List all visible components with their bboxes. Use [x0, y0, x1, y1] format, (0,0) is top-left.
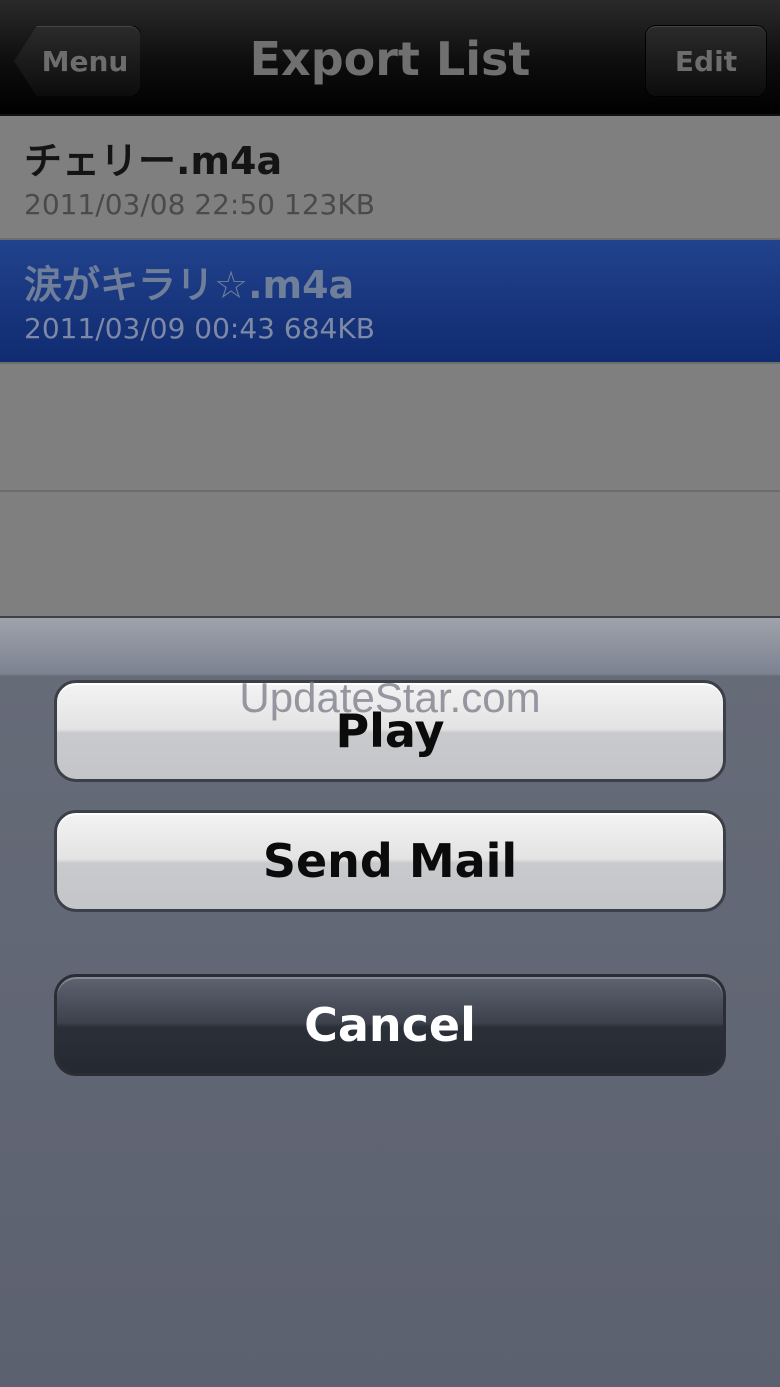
file-row[interactable]: チェリー.m4a 2011/03/08 22:50 123KB: [0, 116, 780, 240]
navigation-bar: Menu Export List Edit: [0, 0, 780, 116]
file-date: 2011/03/09 00:43: [24, 312, 275, 345]
file-name: チェリー.m4a: [24, 139, 283, 183]
file-row-selected[interactable]: 涙がキラリ☆.m4a 2011/03/09 00:43 684KB: [0, 240, 780, 364]
export-file-list: チェリー.m4a 2011/03/08 22:50 123KB 涙がキラリ☆.m…: [0, 116, 780, 616]
file-meta: 2011/03/08 22:50 123KB: [24, 188, 375, 221]
file-size: 123KB: [283, 188, 375, 221]
cancel-button[interactable]: Cancel: [54, 974, 726, 1076]
edit-button[interactable]: Edit: [646, 26, 766, 96]
send-mail-button[interactable]: Send Mail: [54, 810, 726, 912]
empty-row: [0, 366, 780, 492]
play-button[interactable]: Play: [54, 680, 726, 782]
file-date: 2011/03/08 22:50: [24, 188, 275, 221]
file-meta: 2011/03/09 00:43 684KB: [24, 312, 375, 345]
file-name: 涙がキラリ☆.m4a: [24, 263, 355, 307]
screen: Menu Export List Edit チェリー.m4a 2011/03/0…: [0, 0, 780, 1387]
action-sheet: Play Send Mail Cancel: [0, 616, 780, 1387]
file-size: 684KB: [283, 312, 375, 345]
